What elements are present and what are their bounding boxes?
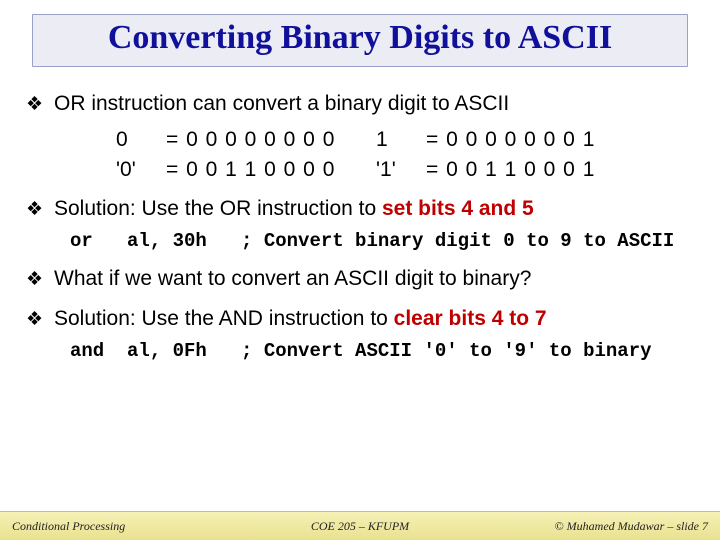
bullet-text: Solution: Use the AND instruction to cle… bbox=[54, 306, 694, 332]
bullet-text-pre: Solution: Use the AND instruction to bbox=[54, 307, 394, 330]
bits-table: 0 = 0 0 0 0 0 0 0 0 1 = 0 0 0 0 0 0 0 1 … bbox=[116, 128, 694, 182]
bits-cell: '1' bbox=[376, 158, 426, 182]
emphasis: clear bits 4 to 7 bbox=[394, 307, 547, 330]
footer-right: © Muhamed Mudawar – slide 7 bbox=[476, 519, 708, 534]
bullet-and-solution: ❖ Solution: Use the AND instruction to c… bbox=[26, 306, 694, 332]
bullet-text-pre: Solution: Use the OR instruction to bbox=[54, 197, 382, 220]
slide-title: Converting Binary Digits to ASCII bbox=[43, 19, 677, 56]
bullet-or-solution: ❖ Solution: Use the OR instruction to se… bbox=[26, 196, 694, 222]
bullet-icon: ❖ bbox=[26, 308, 44, 332]
code-and: and al, 0Fh ; Convert ASCII '0' to '9' t… bbox=[70, 340, 694, 362]
slide: Converting Binary Digits to ASCII ❖ OR i… bbox=[0, 0, 720, 540]
bits-cell: 0 bbox=[116, 128, 166, 152]
bullet-text: Solution: Use the OR instruction to set … bbox=[54, 196, 694, 222]
emphasis: set bits 4 and 5 bbox=[382, 197, 534, 220]
footer: Conditional Processing COE 205 – KFUPM ©… bbox=[0, 511, 720, 540]
bits-cell: = 0 0 1 1 0 0 0 0 bbox=[166, 158, 376, 182]
bullet-icon: ❖ bbox=[26, 198, 44, 222]
code-or: or al, 30h ; Convert binary digit 0 to 9… bbox=[70, 230, 694, 252]
footer-left: Conditional Processing bbox=[12, 519, 244, 534]
footer-center: COE 205 – KFUPM bbox=[244, 519, 476, 534]
bits-cell: = 0 0 1 1 0 0 0 1 bbox=[426, 158, 636, 182]
title-box: Converting Binary Digits to ASCII bbox=[32, 14, 688, 67]
bits-row-0: 0 = 0 0 0 0 0 0 0 0 1 = 0 0 0 0 0 0 0 1 bbox=[116, 128, 694, 152]
bullet-text: What if we want to convert an ASCII digi… bbox=[54, 266, 694, 292]
bits-cell: = 0 0 0 0 0 0 0 1 bbox=[426, 128, 636, 152]
bits-cell: '0' bbox=[116, 158, 166, 182]
bits-row-1: '0' = 0 0 1 1 0 0 0 0 '1' = 0 0 1 1 0 0 … bbox=[116, 158, 694, 182]
bullet-icon: ❖ bbox=[26, 93, 44, 117]
bits-cell: 1 bbox=[376, 128, 426, 152]
bullet-icon: ❖ bbox=[26, 268, 44, 292]
bullet-text: OR instruction can convert a binary digi… bbox=[54, 91, 694, 117]
bullet-or-intro: ❖ OR instruction can convert a binary di… bbox=[26, 91, 694, 117]
bullet-and-question: ❖ What if we want to convert an ASCII di… bbox=[26, 266, 694, 292]
slide-body: ❖ OR instruction can convert a binary di… bbox=[0, 77, 720, 511]
bits-cell: = 0 0 0 0 0 0 0 0 bbox=[166, 128, 376, 152]
